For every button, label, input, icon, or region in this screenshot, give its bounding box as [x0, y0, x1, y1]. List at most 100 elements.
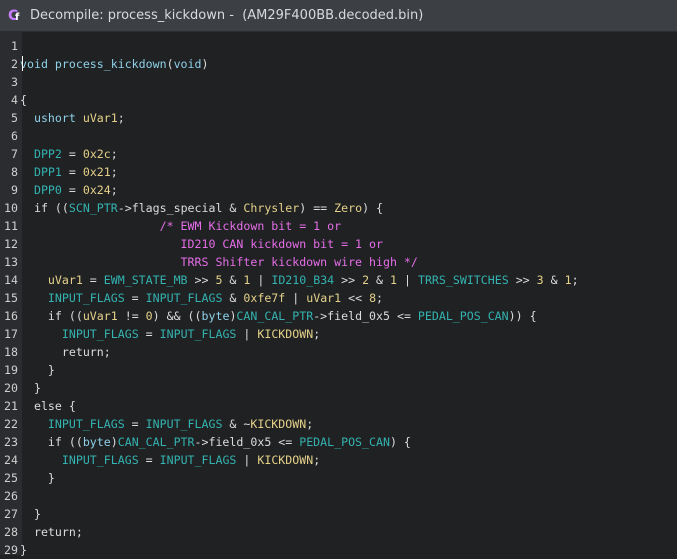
variable-token[interactable]: uVar1 — [306, 291, 341, 305]
function-name[interactable]: process_kickdown — [55, 57, 167, 71]
code-line[interactable]: 10 if ((SCN_PTR->flags_special & Chrysle… — [0, 199, 677, 217]
code-line[interactable]: 13 TRRS Shifter kickdown wire high */ — [0, 253, 677, 271]
code-line-text[interactable]: if ((byte)CAN_CAL_PTR->field_0x5 <= PEDA… — [20, 433, 411, 451]
code-line-text[interactable]: INPUT_FLAGS = INPUT_FLAGS & 0xfe7f | uVa… — [20, 289, 383, 307]
code-line-text[interactable]: uVar1 = EWM_STATE_MB >> 5 & 1 | ID210_B3… — [20, 271, 579, 289]
code-line-text[interactable]: TRRS Shifter kickdown wire high */ — [20, 253, 418, 271]
code-line-text[interactable]: ushort uVar1; — [20, 109, 125, 127]
constant-token[interactable]: 3 — [537, 273, 544, 287]
code-line[interactable]: 20 } — [0, 379, 677, 397]
code-line-text[interactable]: INPUT_FLAGS = INPUT_FLAGS | KICKDOWN; — [20, 451, 320, 469]
global-token[interactable]: INPUT_FLAGS — [146, 291, 223, 305]
code-line[interactable]: 25 } — [0, 469, 677, 487]
code-line[interactable]: 9 DPP0 = 0x24; — [0, 181, 677, 199]
code-line-text[interactable]: } — [20, 505, 41, 523]
global-token[interactable]: CAN_CAL_PTR — [236, 309, 313, 323]
code-line[interactable]: 11 /* EWM Kickdown bit = 1 or — [0, 217, 677, 235]
global-token[interactable]: SCN_PTR — [69, 201, 118, 215]
code-line-text[interactable]: /* EWM Kickdown bit = 1 or — [20, 217, 341, 235]
code-line[interactable]: 7 DPP2 = 0x2c; — [0, 145, 677, 163]
global-token[interactable]: INPUT_FLAGS — [48, 417, 125, 431]
constant-token[interactable]: 1 — [565, 273, 572, 287]
code-line[interactable]: 29} — [0, 541, 677, 559]
global-token[interactable]: DPP0 — [34, 183, 62, 197]
global-token[interactable]: DPP1 — [34, 165, 62, 179]
type-token[interactable]: void — [20, 57, 48, 71]
code-line-text[interactable]: ID210 CAN kickdown bit = 1 or — [20, 235, 383, 253]
code-line[interactable]: 4{ — [0, 91, 677, 109]
constant-token[interactable]: 1 — [390, 273, 397, 287]
code-listing[interactable]: 1 2 void process_kickdown(void) 3 4{5 ushort… — [0, 37, 677, 559]
constant-token[interactable]: KICKDOWN — [250, 417, 306, 431]
code-line-text[interactable]: INPUT_FLAGS = INPUT_FLAGS | KICKDOWN; — [20, 325, 320, 343]
code-line-text[interactable]: else { — [20, 397, 76, 415]
code-line[interactable]: 14 uVar1 = EWM_STATE_MB >> 5 & 1 | ID210… — [0, 271, 677, 289]
global-token[interactable]: CAN_CAL_PTR — [118, 435, 195, 449]
constant-token[interactable]: 0xfe7f — [243, 291, 285, 305]
code-line-text[interactable]: return; — [20, 523, 83, 541]
code-line[interactable]: 27 } — [0, 505, 677, 523]
code-line[interactable]: 5 ushort uVar1; — [0, 109, 677, 127]
global-token[interactable]: INPUT_FLAGS — [160, 327, 237, 341]
code-line-text[interactable]: } — [20, 469, 55, 487]
code-line-text[interactable]: INPUT_FLAGS = INPUT_FLAGS & ~KICKDOWN; — [20, 415, 313, 433]
variable-token[interactable]: uVar1 — [83, 111, 118, 125]
constant-token[interactable]: KICKDOWN — [257, 453, 313, 467]
constant-token[interactable]: 8 — [369, 291, 376, 305]
code-line[interactable]: 23 if ((byte)CAN_CAL_PTR->field_0x5 <= P… — [0, 433, 677, 451]
constant-token[interactable]: Zero — [334, 201, 362, 215]
global-token[interactable]: INPUT_FLAGS — [146, 417, 223, 431]
constant-token[interactable]: 0x21 — [83, 165, 111, 179]
constant-token[interactable]: 0x2c — [83, 147, 111, 161]
code-line[interactable]: 18 return; — [0, 343, 677, 361]
code-line-text[interactable]: if ((SCN_PTR->flags_special & Chrysler) … — [20, 199, 383, 217]
code-line[interactable]: 2 void process_kickdown(void) — [0, 55, 677, 73]
code-line[interactable]: 15 INPUT_FLAGS = INPUT_FLAGS & 0xfe7f | … — [0, 289, 677, 307]
global-token[interactable]: INPUT_FLAGS — [160, 453, 237, 467]
code-line-text[interactable]: void process_kickdown(void) — [20, 55, 208, 73]
code-line-text[interactable]: } — [20, 379, 41, 397]
global-token[interactable]: DPP2 — [34, 147, 62, 161]
code-line[interactable]: 26 — [0, 487, 677, 505]
code-line-text[interactable]: DPP2 = 0x2c; — [20, 145, 118, 163]
type-token[interactable]: byte — [83, 435, 111, 449]
global-token[interactable]: PEDAL_POS_CAN — [418, 309, 509, 323]
type-token[interactable]: byte — [202, 309, 230, 323]
constant-token[interactable]: 0 — [146, 309, 153, 323]
code-line[interactable]: 1 — [0, 37, 677, 55]
code-line[interactable]: 3 — [0, 73, 677, 91]
constant-token[interactable]: 0x24 — [83, 183, 111, 197]
code-line[interactable]: 28 return; — [0, 523, 677, 541]
global-token[interactable]: TRRS_SWITCHES — [418, 273, 509, 287]
code-line-text[interactable]: return; — [20, 343, 111, 361]
constant-token[interactable]: KICKDOWN — [257, 327, 313, 341]
global-token[interactable]: PEDAL_POS_CAN — [299, 435, 390, 449]
constant-token[interactable]: Chrysler — [243, 201, 299, 215]
code-line-text[interactable]: } — [20, 361, 55, 379]
code-line[interactable]: 17 INPUT_FLAGS = INPUT_FLAGS | KICKDOWN; — [0, 325, 677, 343]
code-line[interactable]: 6 — [0, 127, 677, 145]
global-token[interactable]: ID210_B34 — [271, 273, 334, 287]
title-bar[interactable]: Cf Decompile: process_kickdown - (AM29F4… — [0, 0, 677, 32]
code-line[interactable]: 16 if ((uVar1 != 0) && ((byte)CAN_CAL_PT… — [0, 307, 677, 325]
code-line-text[interactable]: if ((uVar1 != 0) && ((byte)CAN_CAL_PTR->… — [20, 307, 537, 325]
global-token[interactable]: INPUT_FLAGS — [62, 327, 139, 341]
code-line-text[interactable]: { — [20, 91, 27, 109]
code-line[interactable]: 24 INPUT_FLAGS = INPUT_FLAGS | KICKDOWN; — [0, 451, 677, 469]
code-editor[interactable]: 1 2 void process_kickdown(void) 3 4{5 ushort… — [0, 32, 677, 557]
variable-token[interactable]: uVar1 — [83, 309, 118, 323]
variable-token[interactable]: uVar1 — [48, 273, 83, 287]
global-token[interactable]: INPUT_FLAGS — [48, 291, 125, 305]
code-line[interactable]: 22 INPUT_FLAGS = INPUT_FLAGS & ~KICKDOWN… — [0, 415, 677, 433]
global-token[interactable]: INPUT_FLAGS — [62, 453, 139, 467]
code-line[interactable]: 19 } — [0, 361, 677, 379]
code-line-text[interactable]: DPP0 = 0x24; — [20, 181, 118, 199]
code-line[interactable]: 12 ID210 CAN kickdown bit = 1 or — [0, 235, 677, 253]
global-token[interactable]: EWM_STATE_MB — [104, 273, 188, 287]
code-line-text[interactable]: DPP1 = 0x21; — [20, 163, 118, 181]
type-token[interactable]: void — [174, 57, 202, 71]
code-line[interactable]: 8 DPP1 = 0x21; — [0, 163, 677, 181]
code-line-text[interactable]: } — [20, 541, 27, 559]
type-token[interactable]: ushort — [34, 111, 76, 125]
code-line[interactable]: 21 else { — [0, 397, 677, 415]
